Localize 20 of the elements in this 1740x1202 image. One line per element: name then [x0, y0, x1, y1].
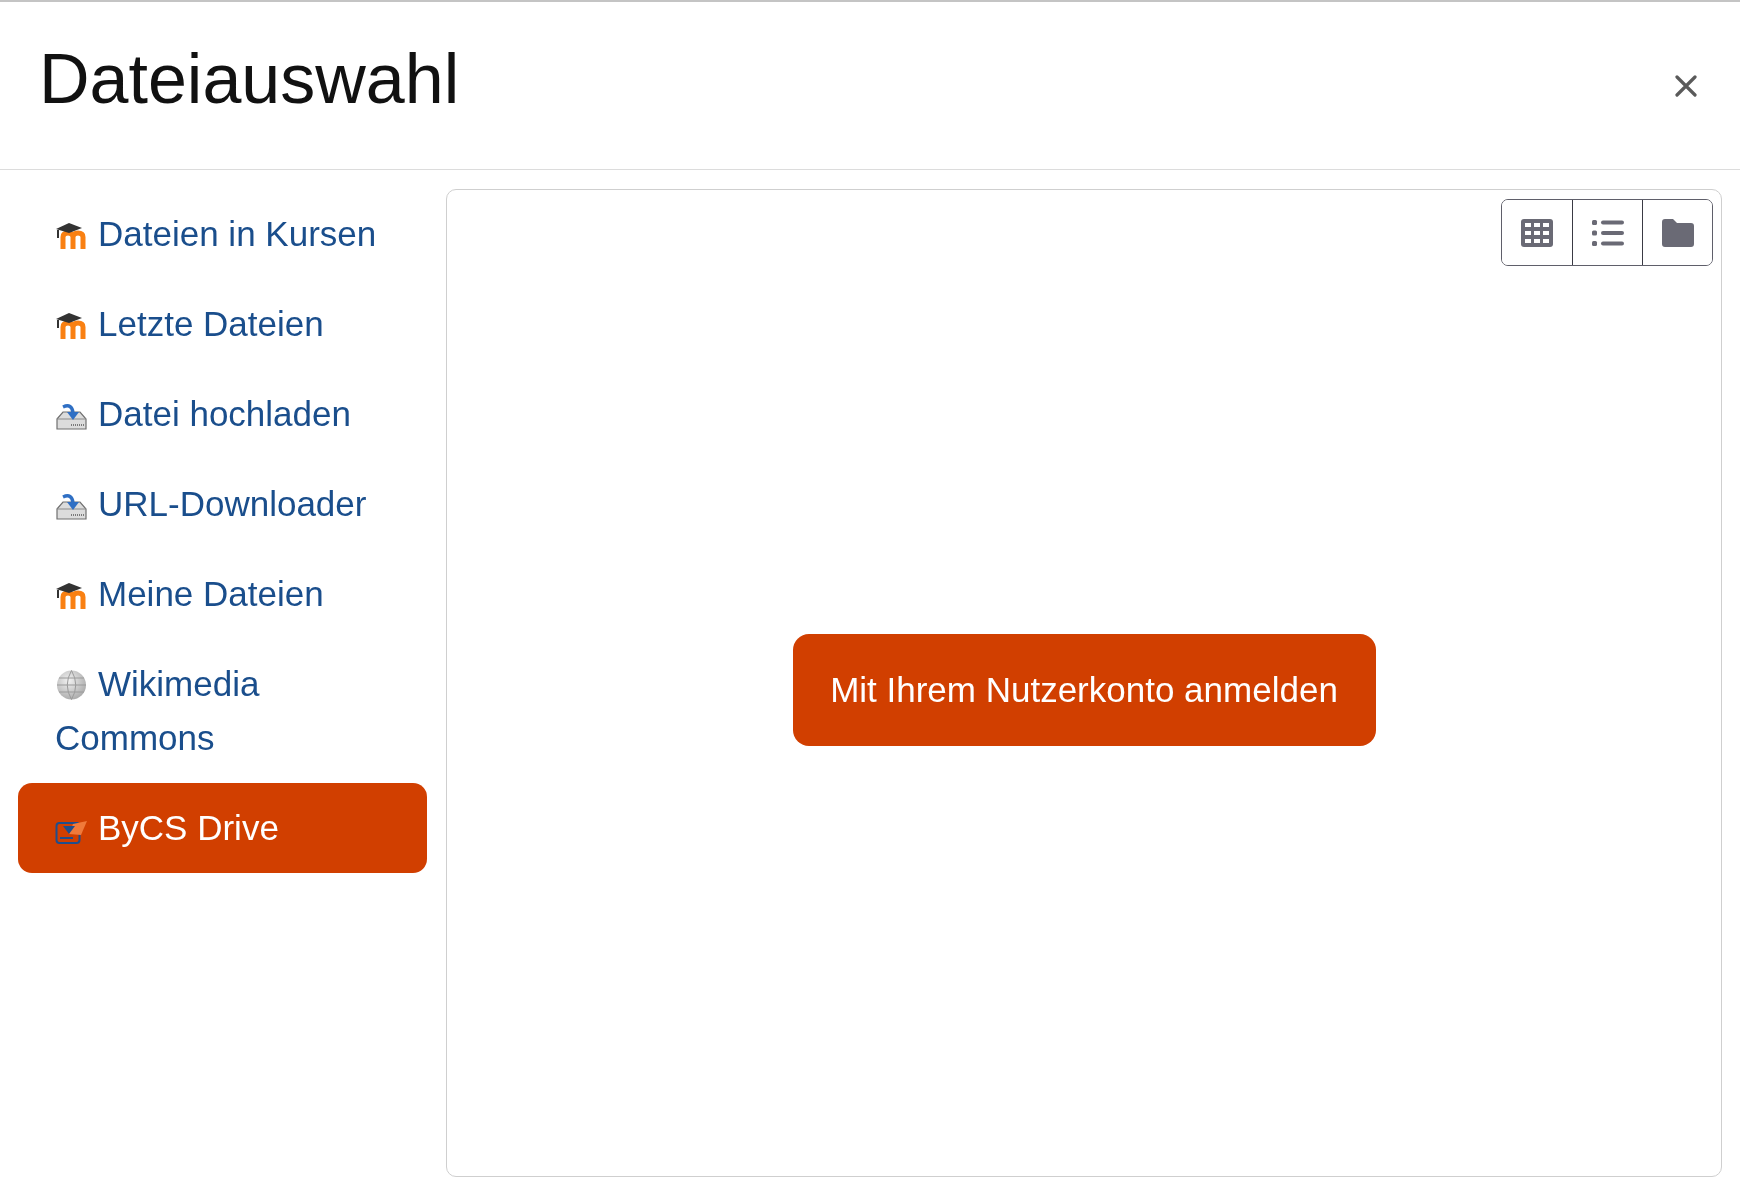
- folder-icon: [1661, 218, 1694, 247]
- grid-icon: [1521, 218, 1553, 247]
- sidebar-item[interactable]: Meine Dateien: [18, 549, 427, 639]
- view-button[interactable]: [1642, 200, 1712, 265]
- sidebar-item[interactable]: Wikimedia Commons: [18, 639, 427, 783]
- sidebar-item[interactable]: Dateien in Kursen: [18, 189, 427, 279]
- sidebar-item[interactable]: URL-Downloader: [18, 459, 427, 549]
- sidebar-item[interactable]: Letzte Dateien: [18, 279, 427, 369]
- login-button[interactable]: Mit Ihrem Nutzerkonto anmelden: [792, 634, 1376, 746]
- tray-arrow-icon: [55, 402, 88, 430]
- close-icon: [1675, 74, 1697, 97]
- dialog-title: Dateiauswahl: [39, 43, 460, 114]
- list-icon: [1591, 219, 1624, 246]
- globe-icon: [55, 670, 88, 700]
- tray-arrow-icon: [55, 492, 88, 520]
- sidebar-item[interactable]: ByCS Drive: [18, 783, 427, 873]
- sidebar-item[interactable]: Datei hochladen: [18, 369, 427, 459]
- cap-letter-icon: [55, 312, 88, 340]
- cap-letter-icon: [55, 222, 88, 250]
- cap-letter-icon: [55, 582, 88, 610]
